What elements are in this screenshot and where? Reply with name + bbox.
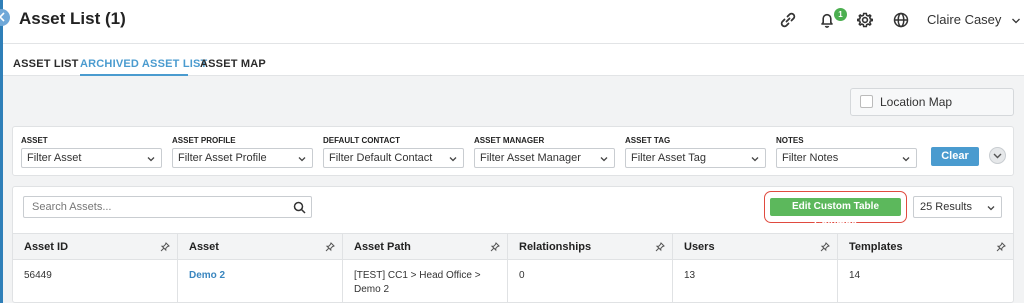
user-name: Claire Casey [927,12,1002,27]
filter-asset-select[interactable]: Filter Asset [21,148,162,168]
column-label: Relationships [519,241,592,253]
chevron-down-icon [147,157,155,162]
filter-asset-profile-select[interactable]: Filter Asset Profile [172,148,313,168]
chevron-down-icon [298,157,306,162]
expand-filters-button[interactable] [989,147,1006,164]
results-value: 25 Results [920,201,972,213]
column-label: Asset [189,241,219,253]
filter-value: Filter Asset Manager [480,152,581,164]
tab-bar: ASSET LIST ARCHIVED ASSET LIST ASSET MAP [3,44,1024,76]
location-map-checkbox[interactable] [860,95,873,108]
filter-asset-profile: ASSET PROFILE Filter Asset Profile [172,136,313,168]
chevron-down-icon [1012,18,1021,23]
cell-asset-id: 56449 [13,260,178,303]
column-label: Templates [849,241,903,253]
asset-table-panel: Edit Custom Table Columns 25 Results Ass… [12,186,1014,303]
globe-icon[interactable] [891,10,911,30]
column-header-templates[interactable]: Templates [838,234,1013,261]
tab-asset-map[interactable]: ASSET MAP [200,58,266,70]
results-per-page-select[interactable]: 25 Results [913,196,1002,218]
tab-archived-asset-list[interactable]: ARCHIVED ASSET LIST [80,58,207,70]
cell-relationships: 0 [508,260,673,303]
user-menu[interactable]: Claire Casey [927,12,1021,27]
pin-icon[interactable] [490,242,500,252]
top-bar: Asset List (1) 1 Claire Casey [3,0,1024,44]
filter-label: ASSET TAG [625,136,671,145]
table-header: Asset ID Asset Asset Path Relationships … [13,233,1013,261]
chevron-down-icon [987,206,995,211]
filter-asset: ASSET Filter Asset [21,136,162,168]
search-box [23,196,312,218]
cell-templates: 14 [849,270,861,281]
link-icon[interactable] [778,10,798,30]
filter-notes-select[interactable]: Filter Notes [776,148,917,168]
column-header-asset[interactable]: Asset [178,234,343,261]
pin-icon[interactable] [996,242,1006,252]
filter-notes: NOTES Filter Notes [776,136,917,168]
filter-default-contact: DEFAULT CONTACT Filter Default Contact [323,136,464,168]
edit-columns-highlight: Edit Custom Table Columns [764,191,907,230]
cell-users: 13 [673,260,838,303]
notification-badge: 1 [834,8,847,21]
column-header-asset-path[interactable]: Asset Path [343,234,508,261]
chevron-down-icon [449,157,457,162]
filter-value: Filter Notes [782,152,839,164]
search-icon[interactable] [293,201,306,214]
filter-asset-manager-select[interactable]: Filter Asset Manager [474,148,615,168]
column-label: Asset Path [354,241,411,253]
location-map-label: Location Map [880,95,953,109]
chevron-down-icon [600,157,608,162]
pin-icon[interactable] [655,242,665,252]
chevron-left-icon [0,12,5,22]
filter-label: DEFAULT CONTACT [323,136,401,145]
filter-value: Filter Asset Tag [631,152,706,164]
active-tab-indicator [80,74,188,76]
filter-value: Filter Asset Profile [178,152,267,164]
gear-icon[interactable] [855,10,875,30]
column-header-users[interactable]: Users [673,234,838,261]
column-header-relationships[interactable]: Relationships [508,234,673,261]
location-map-toggle[interactable]: Location Map [850,88,1014,116]
filter-label: ASSET [21,136,48,145]
filter-label: NOTES [776,136,804,145]
page-title: Asset List (1) [19,9,126,28]
filter-value: Filter Default Contact [329,152,433,164]
clear-filters-button[interactable]: Clear [931,147,979,166]
pin-icon[interactable] [160,242,170,252]
tab-asset-list[interactable]: ASSET LIST [13,58,79,70]
cell-asset-link[interactable]: Demo 2 [178,260,343,303]
column-header-asset-id[interactable]: Asset ID [13,234,178,261]
column-label: Users [684,241,715,253]
pin-icon[interactable] [325,242,335,252]
filter-value: Filter Asset [27,152,82,164]
filter-label: ASSET PROFILE [172,136,236,145]
pin-icon[interactable] [820,242,830,252]
filter-asset-manager: ASSET MANAGER Filter Asset Manager [474,136,615,168]
column-label: Asset ID [24,241,69,253]
table-row[interactable]: 56449 Demo 2 [TEST] CC1 > Head Office > … [13,260,1013,303]
filter-asset-tag: ASSET TAG Filter Asset Tag [625,136,766,168]
chevron-down-icon [751,157,759,162]
cell-asset-path: [TEST] CC1 > Head Office > Demo 2 [343,260,508,303]
filter-label: ASSET MANAGER [474,136,545,145]
search-input[interactable] [24,197,279,217]
chevron-down-icon [902,157,910,162]
filter-asset-tag-select[interactable]: Filter Asset Tag [625,148,766,168]
filter-default-contact-select[interactable]: Filter Default Contact [323,148,464,168]
chevron-down-icon [993,153,1002,159]
filter-panel: ASSET Filter Asset ASSET PROFILE Filter … [12,126,1014,176]
edit-custom-table-columns-button[interactable]: Edit Custom Table Columns [770,198,901,230]
